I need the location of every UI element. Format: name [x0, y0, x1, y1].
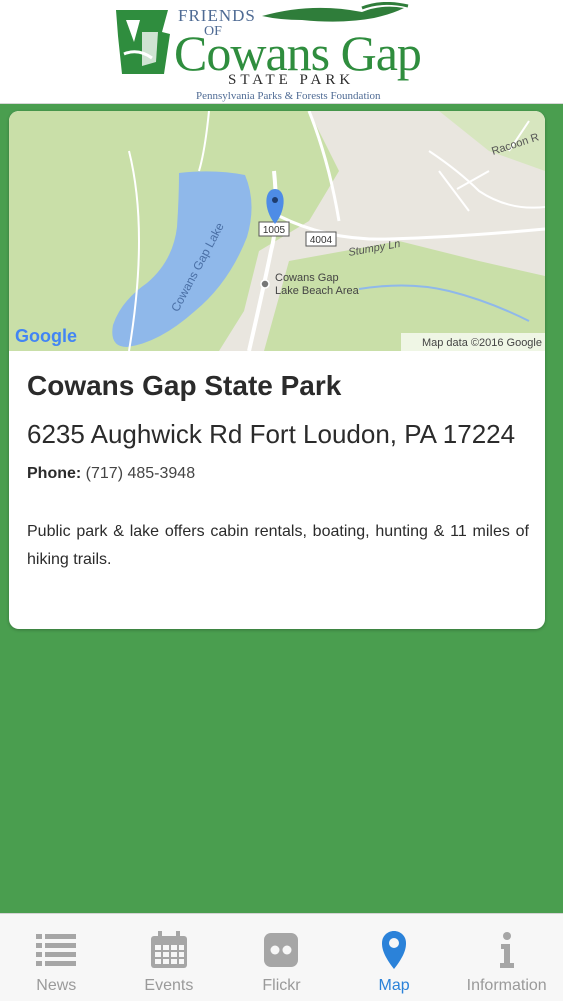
tab-events[interactable]: Events: [113, 914, 226, 1001]
logo-foundation-text: Pennsylvania Parks & Forests Foundation: [196, 90, 381, 102]
park-info: Cowans Gap State Park 6235 Aughwick Rd F…: [27, 369, 529, 574]
calendar-icon: [150, 931, 187, 968]
tab-news[interactable]: News: [0, 914, 113, 1001]
app-header: FRIENDS OF Cowans Gap STATE PARK Pennsyl…: [0, 0, 563, 104]
park-name: Cowans Gap State Park: [27, 370, 342, 401]
google-logo: Google: [15, 326, 77, 346]
phone-label: Phone:: [27, 465, 82, 482]
poi-label-line1: Cowans Gap: [275, 272, 339, 284]
phone-line: Phone: (717) 485-3948: [27, 464, 529, 484]
beach-poi-icon[interactable]: [260, 279, 270, 289]
route-1005-label: 1005: [263, 225, 286, 236]
map-attribution[interactable]: Map data ©2016 Google: [422, 337, 542, 349]
phone-number[interactable]: (717) 485-3948: [86, 465, 195, 482]
poi-label-line2: Lake Beach Area: [275, 285, 360, 297]
tab-information-label: Information: [466, 977, 547, 994]
park-map[interactable]: 1005 4004 Stumpy Ln Racoon R Cowans Gap …: [9, 111, 545, 351]
friends-of-cowans-gap-logo: FRIENDS OF Cowans Gap STATE PARK Pennsyl…: [112, 2, 442, 102]
bottom-tab-bar: News Events Flickr Map Information: [0, 913, 563, 1001]
info-icon: [499, 932, 514, 968]
list-icon: [36, 934, 77, 966]
park-description: Public park & lake offers cabin rentals,…: [27, 523, 529, 568]
tab-flickr[interactable]: Flickr: [225, 914, 338, 1001]
tab-information[interactable]: Information: [450, 914, 563, 1001]
map-pin-icon: [382, 931, 407, 969]
map-canvas[interactable]: 1005 4004 Stumpy Ln Racoon R Cowans Gap …: [9, 111, 545, 351]
tab-news-label: News: [36, 977, 77, 994]
tab-flickr-label: Flickr: [262, 977, 301, 994]
logo-friends-text: FRIENDS: [178, 6, 256, 25]
route-4004-label: 4004: [310, 235, 333, 246]
tab-events-label: Events: [144, 977, 194, 994]
park-address[interactable]: 6235 Aughwick Rd Fort Loudon, PA 17224: [27, 413, 529, 456]
flickr-icon: [264, 933, 299, 967]
park-card: 1005 4004 Stumpy Ln Racoon R Cowans Gap …: [9, 111, 545, 629]
logo-sub-text: STATE PARK: [228, 72, 355, 88]
tab-map[interactable]: Map: [338, 914, 451, 1001]
tab-map-label: Map: [378, 977, 410, 994]
